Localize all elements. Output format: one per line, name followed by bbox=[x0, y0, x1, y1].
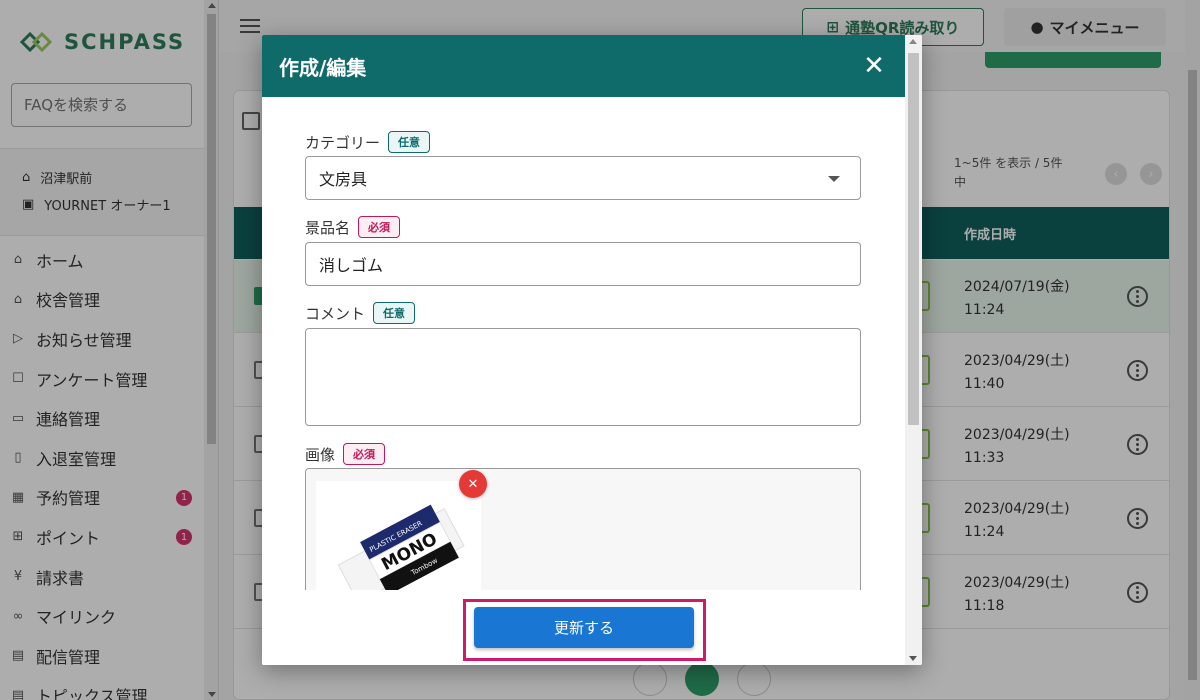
prize-name-label: 景品名 bbox=[305, 218, 351, 237]
scroll-up-arrow-icon[interactable] bbox=[909, 39, 917, 44]
dialog-title: 作成/編集 bbox=[279, 56, 367, 80]
scroll-thumb[interactable] bbox=[908, 53, 919, 425]
category-select[interactable]: 文房具 bbox=[305, 156, 861, 200]
close-icon[interactable]: ✕ bbox=[860, 52, 888, 80]
comment-label-row: コメント 任意 bbox=[305, 302, 416, 324]
scroll-down-arrow-icon[interactable] bbox=[909, 656, 917, 661]
update-button[interactable]: 更新する bbox=[474, 607, 694, 648]
optional-tag: 任意 bbox=[388, 131, 431, 153]
dialog-header: 作成/編集 ✕ bbox=[262, 35, 905, 97]
prize-name-input[interactable]: 消しゴム bbox=[305, 242, 861, 286]
image-label-row: 画像 必須 bbox=[305, 443, 386, 465]
edit-dialog: 作成/編集 ✕ カテゴリー 任意 文房具 景品名 必須 消しゴム コメント 任意… bbox=[262, 35, 922, 665]
dropdown-arrow-icon bbox=[828, 176, 840, 182]
prize-name-value: 消しゴム bbox=[319, 256, 384, 275]
category-label: カテゴリー bbox=[305, 133, 381, 152]
optional-tag: 任意 bbox=[373, 302, 416, 324]
required-tag: 必須 bbox=[358, 216, 401, 238]
category-value: 文房具 bbox=[319, 170, 368, 189]
category-label-row: カテゴリー 任意 bbox=[305, 131, 431, 153]
dialog-scrollbar[interactable] bbox=[905, 35, 922, 665]
comment-textarea[interactable] bbox=[305, 328, 861, 426]
image-label: 画像 bbox=[305, 445, 336, 464]
required-tag: 必須 bbox=[343, 443, 386, 465]
comment-label: コメント bbox=[305, 304, 366, 323]
remove-image-icon[interactable]: ✕ bbox=[459, 470, 487, 498]
prize-name-label-row: 景品名 必須 bbox=[305, 216, 401, 238]
